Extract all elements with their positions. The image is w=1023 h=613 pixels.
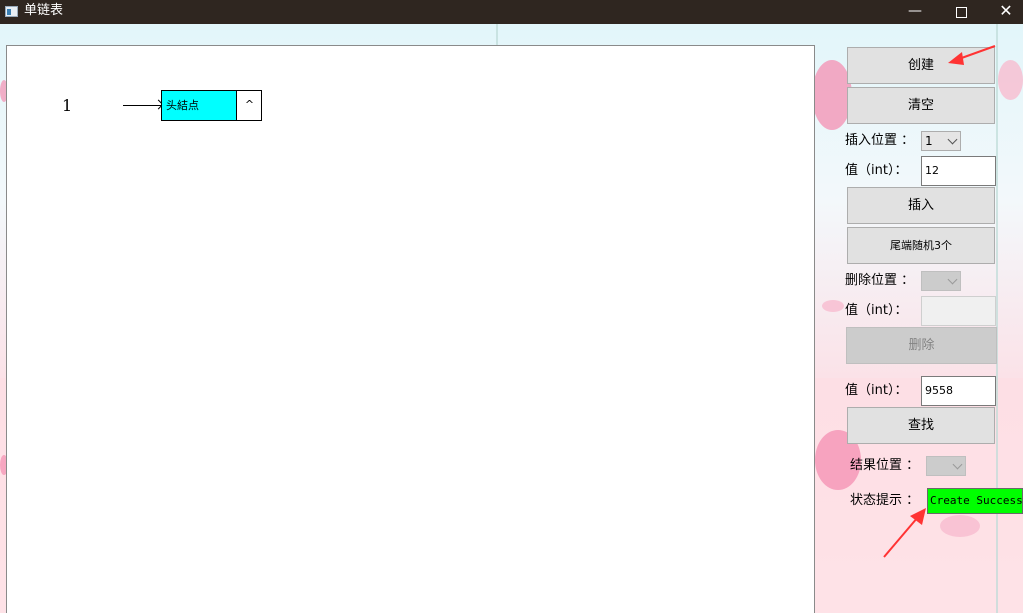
result-position-label: 结果位置 ： — [850, 458, 920, 473]
chevron-down-icon — [947, 274, 958, 285]
pig-illustration — [940, 515, 980, 537]
find-button[interactable]: 查找 — [847, 407, 995, 444]
clear-button[interactable]: 清空 — [847, 87, 995, 124]
minimize-button[interactable]: — — [892, 0, 938, 24]
delete-position-label: 删除位置 ： — [845, 273, 915, 288]
maximize-icon — [955, 7, 967, 18]
background-divider — [996, 24, 998, 613]
list-node: 头結点 ^ — [161, 90, 262, 121]
app-icon — [5, 6, 18, 17]
insert-value-label: 值（int）： — [845, 163, 908, 178]
status-label: 状态提示 ： — [850, 493, 920, 508]
find-value-label: 值（int）： — [845, 383, 908, 398]
node-data: 头結点 — [162, 91, 237, 120]
create-button[interactable]: 创建 — [847, 47, 995, 84]
tail-random-button[interactable]: 尾端随机3个 — [847, 227, 995, 264]
result-position-select[interactable] — [926, 456, 966, 476]
cloud-illustration — [822, 300, 844, 312]
delete-position-select[interactable] — [921, 271, 961, 291]
window-title: 单链表 — [24, 3, 64, 18]
close-button[interactable]: ✕ — [983, 0, 1023, 24]
list-canvas: 1 头結点 ^ — [6, 45, 815, 613]
delete-value-label: 值（int）： — [845, 303, 908, 318]
insert-position-value: 1 — [925, 134, 933, 148]
pig-illustration — [812, 60, 852, 130]
chevron-down-icon — [952, 459, 963, 470]
pig-illustration — [998, 60, 1023, 100]
maximize-button[interactable] — [938, 0, 984, 24]
delete-button[interactable]: 删除 — [846, 327, 997, 364]
close-icon: ✕ — [999, 1, 1013, 20]
insert-value-input[interactable]: 12 — [921, 156, 996, 186]
find-value-input[interactable]: 9558 — [921, 376, 996, 406]
node-next-pointer: ^ — [244, 98, 255, 111]
status-message: Create Success! — [927, 488, 1023, 514]
node-index-label: 1 — [62, 96, 73, 115]
delete-value-input[interactable] — [921, 296, 996, 326]
insert-position-label: 插入位置 ： — [845, 133, 915, 148]
insert-button[interactable]: 插入 — [847, 187, 995, 224]
title-bar: 单链表 — ✕ — [0, 0, 1023, 24]
insert-position-select[interactable]: 1 — [921, 131, 961, 151]
chevron-down-icon — [947, 134, 958, 145]
minimize-icon: — — [908, 3, 922, 19]
